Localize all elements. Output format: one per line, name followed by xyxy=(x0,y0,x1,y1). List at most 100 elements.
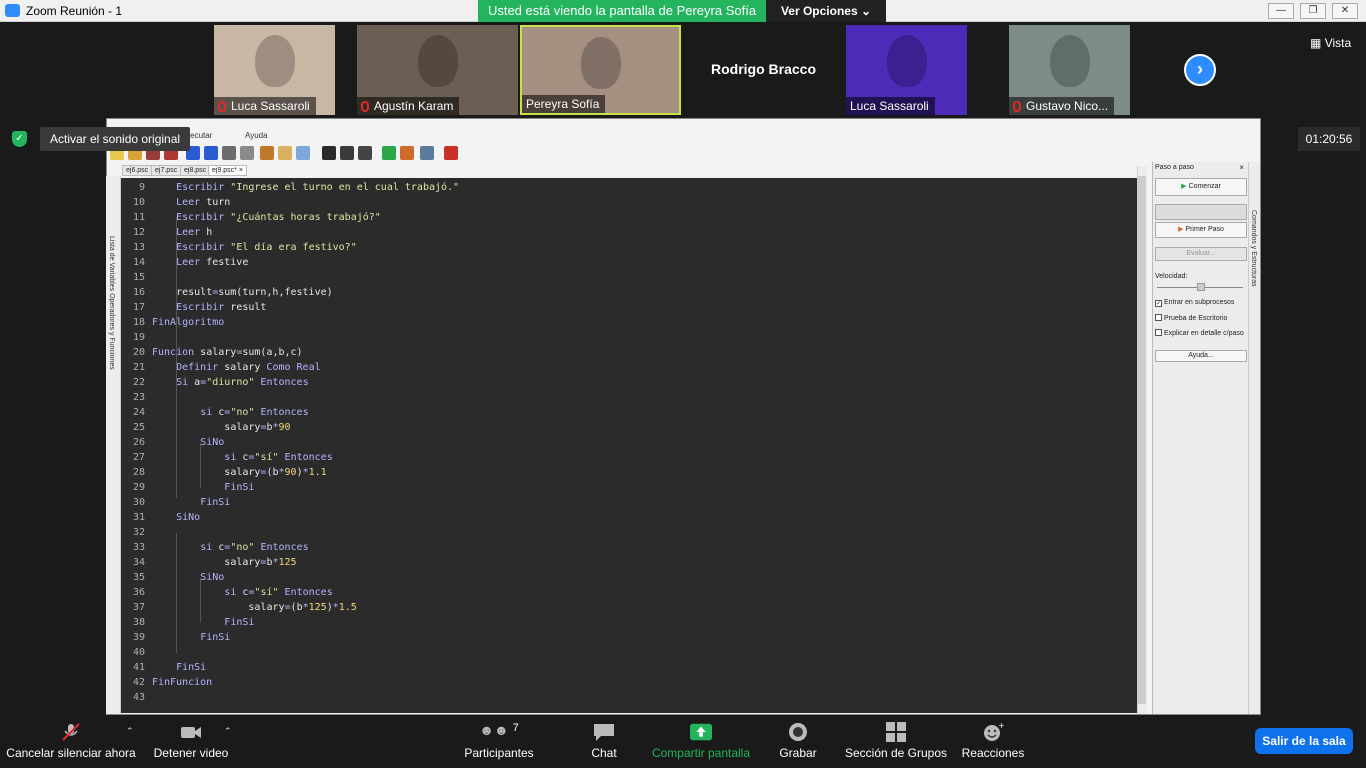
code-line[interactable]: 15 xyxy=(121,270,1137,285)
code-line[interactable]: 9 Escribir "Ingrese el turno en el cual t… xyxy=(121,180,1137,195)
code-line[interactable]: 36 si c="sí" Entonces xyxy=(121,585,1137,600)
code-line[interactable]: 28 salary=(b*90)*1.1 xyxy=(121,465,1137,480)
close-panel-icon[interactable]: × xyxy=(1239,163,1244,172)
cut-icon[interactable] xyxy=(222,146,236,160)
leave-meeting-button[interactable]: Salir de la sala xyxy=(1255,728,1353,754)
next-page-arrow-icon[interactable]: › xyxy=(1184,54,1216,86)
participants-button[interactable]: ☻☻ 7 Participantes xyxy=(458,716,540,768)
redo-icon[interactable] xyxy=(204,146,218,160)
play-icon: ▶ xyxy=(1181,183,1187,190)
code-line[interactable]: 39 FinSi xyxy=(121,630,1137,645)
enable-original-sound-button[interactable]: Activar el sonido original xyxy=(40,127,191,151)
file-tab-ej8[interactable]: ej8.psc xyxy=(180,165,211,176)
evaluate-button[interactable]: Evaluar... xyxy=(1155,247,1247,261)
code-line[interactable]: 25 salary=b*90 xyxy=(121,420,1137,435)
paste-icon[interactable] xyxy=(260,146,274,160)
code-line[interactable]: 43 xyxy=(121,690,1137,705)
code-token: Como Real xyxy=(266,362,321,373)
first-step-button[interactable]: ▶ Primer Paso xyxy=(1155,222,1247,238)
code-line[interactable]: 23 xyxy=(121,390,1137,405)
record-button[interactable]: Grabar xyxy=(772,716,824,768)
left-side-strip[interactable]: Lista de Variables Operadores y Funcione… xyxy=(106,176,121,714)
speed-slider-thumb[interactable] xyxy=(1197,283,1205,291)
participant-tile[interactable]: Luca Sassaroli xyxy=(214,25,335,115)
participant-tile[interactable]: Luca Sassaroli xyxy=(846,25,967,115)
minimize-button[interactable]: — xyxy=(1268,3,1294,19)
video-options-caret-icon[interactable]: ⌃ xyxy=(224,726,232,737)
right-side-strip[interactable]: Comandos y Estructuras xyxy=(1248,162,1260,714)
code-line[interactable]: 40 xyxy=(121,645,1137,660)
chat-button[interactable]: Chat xyxy=(578,716,630,768)
security-shield-icon[interactable]: ✓ xyxy=(12,131,27,147)
debug-icon[interactable] xyxy=(420,146,434,160)
speed-label: Velocidad: xyxy=(1155,273,1188,280)
code-line[interactable]: 11 Escribir "¿Cuántas horas trabajó?" xyxy=(121,210,1137,225)
close-tab-icon[interactable]: × xyxy=(239,167,243,174)
breakout-rooms-button[interactable]: Sección de Grupos xyxy=(842,716,950,768)
find-icon[interactable] xyxy=(296,146,310,160)
participant-tile[interactable]: Gustavo Nico... xyxy=(1009,25,1130,115)
code-line[interactable]: 19 xyxy=(121,330,1137,345)
code-line[interactable]: 10 Leer turn xyxy=(121,195,1137,210)
code-line[interactable]: 42 FinFuncion xyxy=(121,675,1137,690)
code-token: salary xyxy=(224,467,261,478)
file-tab-ej9[interactable]: ej9.psc* × xyxy=(208,165,247,176)
code-line[interactable]: 30 FinSi xyxy=(121,495,1137,510)
participant-tile[interactable]: Pereyra Sofía xyxy=(520,25,681,115)
view-options-button[interactable]: Ver Opciones ⌄ xyxy=(766,0,886,22)
help-icon[interactable] xyxy=(444,146,458,160)
participant-tile[interactable]: Rodrigo Bracco xyxy=(683,25,844,115)
code-line[interactable]: 22 Si a="diurno" Entonces xyxy=(121,375,1137,390)
indent-icon[interactable] xyxy=(278,146,292,160)
restore-button[interactable]: ❐ xyxy=(1300,3,1326,19)
code-line[interactable]: 16 result=sum(turn,h,festive) xyxy=(121,285,1137,300)
code-line[interactable]: 37 salary=(b*125)*1.5 xyxy=(121,600,1137,615)
code-line[interactable]: 32 xyxy=(121,525,1137,540)
code-line[interactable]: 13 Escribir "El día era festivo?" xyxy=(121,240,1137,255)
run-icon[interactable] xyxy=(382,146,396,160)
code-line[interactable]: 26 SiNo xyxy=(121,435,1137,450)
close-button[interactable]: ✕ xyxy=(1332,3,1358,19)
diagram-icon[interactable] xyxy=(340,146,354,160)
code-line[interactable]: 17 Escribir result xyxy=(121,300,1137,315)
code-line[interactable]: 27 si c="sí" Entonces xyxy=(121,450,1137,465)
export-icon[interactable] xyxy=(358,146,372,160)
code-line[interactable]: 12 Leer h xyxy=(121,225,1137,240)
line-number: 13 xyxy=(132,242,145,253)
check-explain-detail[interactable]: Explicar en detalle c/paso xyxy=(1155,329,1244,337)
share-screen-button[interactable]: Compartir pantalla xyxy=(648,716,754,768)
code-line[interactable]: 18 FinAlgoritmo xyxy=(121,315,1137,330)
flowchart-icon[interactable] xyxy=(322,146,336,160)
reactions-button[interactable]: + Reacciones xyxy=(960,716,1026,768)
file-tab-ej7[interactable]: ej7.psc xyxy=(151,165,182,176)
stop-video-button[interactable]: Detener video xyxy=(148,716,234,768)
code-line[interactable]: 31 SiNo xyxy=(121,510,1137,525)
code-editor[interactable]: 9 Escribir "Ingrese el turno en el cual t… xyxy=(121,178,1137,713)
participants-count: 7 xyxy=(512,722,519,734)
code-line[interactable]: 35 SiNo xyxy=(121,570,1137,585)
code-token: Entonces xyxy=(260,542,309,553)
start-button[interactable]: ▶ Comenzar xyxy=(1155,178,1247,196)
file-tab-ej6[interactable]: ej6.psc xyxy=(122,165,153,176)
code-line[interactable]: 24 si c="no" Entonces xyxy=(121,405,1137,420)
menu-ayuda[interactable]: Ayuda xyxy=(245,131,268,140)
code-line[interactable]: 33 si c="no" Entonces xyxy=(121,540,1137,555)
code-line[interactable]: 29 FinSi xyxy=(121,480,1137,495)
code-line[interactable]: 21 Definir salary Como Real xyxy=(121,360,1137,375)
code-line[interactable]: 41 FinSi xyxy=(121,660,1137,675)
audio-options-caret-icon[interactable]: ⌃ xyxy=(126,726,134,737)
view-toggle[interactable]: ▦ Vista xyxy=(1310,36,1351,50)
editor-scroll-thumb[interactable] xyxy=(1138,176,1146,704)
code-line[interactable]: 20 Funcion salary=sum(a,b,c) xyxy=(121,345,1137,360)
code-token: (b xyxy=(290,602,303,613)
check-enter-subprocesses[interactable]: ✓ Entrar en subprocesos xyxy=(1155,299,1234,307)
mute-button[interactable]: Cancelar silenciar ahora xyxy=(6,716,136,768)
check-desk-test[interactable]: Prueba de Escritorio xyxy=(1155,314,1227,322)
code-line[interactable]: 34 salary=b*125 xyxy=(121,555,1137,570)
code-line[interactable]: 38 FinSi xyxy=(121,615,1137,630)
step-by-step-icon[interactable] xyxy=(400,146,414,160)
participant-tile[interactable]: Agustín Karam xyxy=(357,25,518,115)
copy-icon[interactable] xyxy=(240,146,254,160)
panel-help-button[interactable]: Ayuda... xyxy=(1155,350,1247,362)
code-line[interactable]: 14 Leer festive xyxy=(121,255,1137,270)
